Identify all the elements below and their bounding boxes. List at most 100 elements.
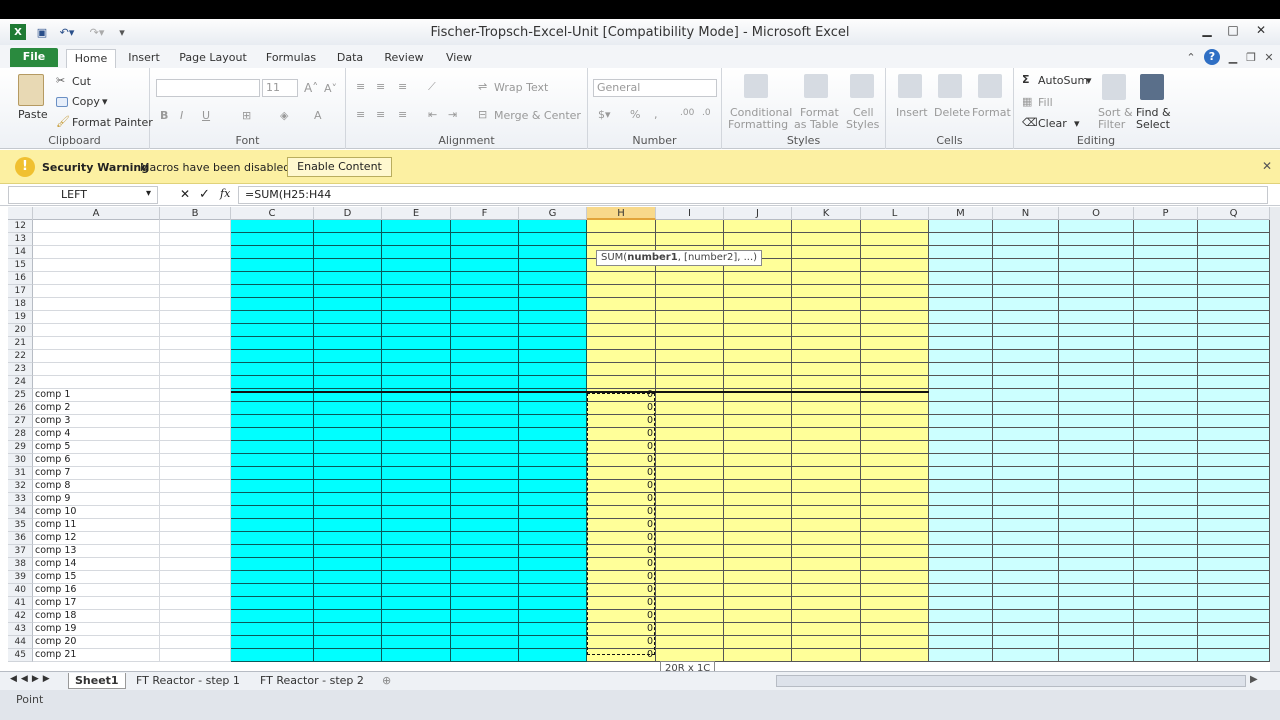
cell-q43[interactable] (1198, 623, 1270, 636)
cell-d43[interactable] (314, 623, 382, 636)
cell-e15[interactable] (382, 259, 451, 272)
cell-a18[interactable] (33, 298, 160, 311)
row-header[interactable]: 30 (8, 454, 33, 467)
cell-g42[interactable] (519, 610, 587, 623)
cell-styles-label-2[interactable]: Styles (846, 118, 879, 131)
cell-c26[interactable] (231, 402, 314, 415)
column-header-g[interactable]: G (519, 207, 587, 220)
cell-b19[interactable] (160, 311, 231, 324)
cell-c12[interactable] (231, 220, 314, 233)
cell-n16[interactable] (993, 272, 1059, 285)
cell-k17[interactable] (792, 285, 861, 298)
cell-g19[interactable] (519, 311, 587, 324)
cell-a39[interactable]: comp 15 (33, 571, 160, 584)
cell-i19[interactable] (656, 311, 724, 324)
cell-f40[interactable] (451, 584, 519, 597)
cell-m21[interactable] (929, 337, 993, 350)
cell-g26[interactable] (519, 402, 587, 415)
cell-k37[interactable] (792, 545, 861, 558)
cell-d42[interactable] (314, 610, 382, 623)
copy-button[interactable]: Copy (72, 95, 100, 108)
cell-g43[interactable] (519, 623, 587, 636)
cell-q16[interactable] (1198, 272, 1270, 285)
cell-g17[interactable] (519, 285, 587, 298)
cell-q36[interactable] (1198, 532, 1270, 545)
cell-i37[interactable] (656, 545, 724, 558)
column-header-l[interactable]: L (861, 207, 929, 220)
cell-n20[interactable] (993, 324, 1059, 337)
cell-j13[interactable] (724, 233, 792, 246)
cell-h22[interactable] (587, 350, 656, 363)
cell-o35[interactable] (1059, 519, 1134, 532)
cell-b42[interactable] (160, 610, 231, 623)
cell-a26[interactable]: comp 2 (33, 402, 160, 415)
cell-k44[interactable] (792, 636, 861, 649)
cell-m36[interactable] (929, 532, 993, 545)
orientation-icon[interactable]: ⟋ (428, 80, 436, 94)
cell-o29[interactable] (1059, 441, 1134, 454)
cell-j27[interactable] (724, 415, 792, 428)
cell-c14[interactable] (231, 246, 314, 259)
cell-a27[interactable]: comp 3 (33, 415, 160, 428)
cell-j21[interactable] (724, 337, 792, 350)
cell-n36[interactable] (993, 532, 1059, 545)
cell-p32[interactable] (1134, 480, 1198, 493)
column-header-b[interactable]: B (160, 207, 231, 220)
cell-k38[interactable] (792, 558, 861, 571)
cell-a40[interactable]: comp 16 (33, 584, 160, 597)
cell-a17[interactable] (33, 285, 160, 298)
cell-f37[interactable] (451, 545, 519, 558)
cell-e20[interactable] (382, 324, 451, 337)
column-header-q[interactable]: Q (1198, 207, 1270, 220)
cell-e30[interactable] (382, 454, 451, 467)
cell-j22[interactable] (724, 350, 792, 363)
cell-p36[interactable] (1134, 532, 1198, 545)
cell-j28[interactable] (724, 428, 792, 441)
cell-b38[interactable] (160, 558, 231, 571)
cell-b34[interactable] (160, 506, 231, 519)
find-select-label-2[interactable]: Select (1136, 118, 1170, 131)
row-header[interactable]: 38 (8, 558, 33, 571)
cell-o23[interactable] (1059, 363, 1134, 376)
cell-f18[interactable] (451, 298, 519, 311)
cell-e12[interactable] (382, 220, 451, 233)
cell-i38[interactable] (656, 558, 724, 571)
cell-l12[interactable] (861, 220, 929, 233)
cell-n25[interactable] (993, 389, 1059, 402)
cell-o36[interactable] (1059, 532, 1134, 545)
cell-j42[interactable] (724, 610, 792, 623)
cell-q29[interactable] (1198, 441, 1270, 454)
cell-a13[interactable] (33, 233, 160, 246)
cell-j43[interactable] (724, 623, 792, 636)
cell-e39[interactable] (382, 571, 451, 584)
cell-g36[interactable] (519, 532, 587, 545)
tab-view[interactable]: View (440, 49, 478, 68)
cell-h18[interactable] (587, 298, 656, 311)
column-header-d[interactable]: D (314, 207, 382, 220)
cell-b16[interactable] (160, 272, 231, 285)
cell-o14[interactable] (1059, 246, 1134, 259)
cell-m24[interactable] (929, 376, 993, 389)
cell-n29[interactable] (993, 441, 1059, 454)
column-header-h[interactable]: H (587, 207, 656, 220)
cell-b36[interactable] (160, 532, 231, 545)
cell-n17[interactable] (993, 285, 1059, 298)
cell-c28[interactable] (231, 428, 314, 441)
cell-f24[interactable] (451, 376, 519, 389)
cell-e37[interactable] (382, 545, 451, 558)
row-header[interactable]: 17 (8, 285, 33, 298)
minimize-icon[interactable]: ▁ (1196, 21, 1218, 39)
cell-o43[interactable] (1059, 623, 1134, 636)
cell-a20[interactable] (33, 324, 160, 337)
cell-d19[interactable] (314, 311, 382, 324)
autosum-button[interactable]: AutoSum (1038, 74, 1088, 87)
row-header[interactable]: 15 (8, 259, 33, 272)
cell-h13[interactable] (587, 233, 656, 246)
cell-o12[interactable] (1059, 220, 1134, 233)
cell-m25[interactable] (929, 389, 993, 402)
cell-f15[interactable] (451, 259, 519, 272)
cell-q45[interactable] (1198, 649, 1270, 662)
row-header[interactable]: 36 (8, 532, 33, 545)
cell-i42[interactable] (656, 610, 724, 623)
cell-q14[interactable] (1198, 246, 1270, 259)
